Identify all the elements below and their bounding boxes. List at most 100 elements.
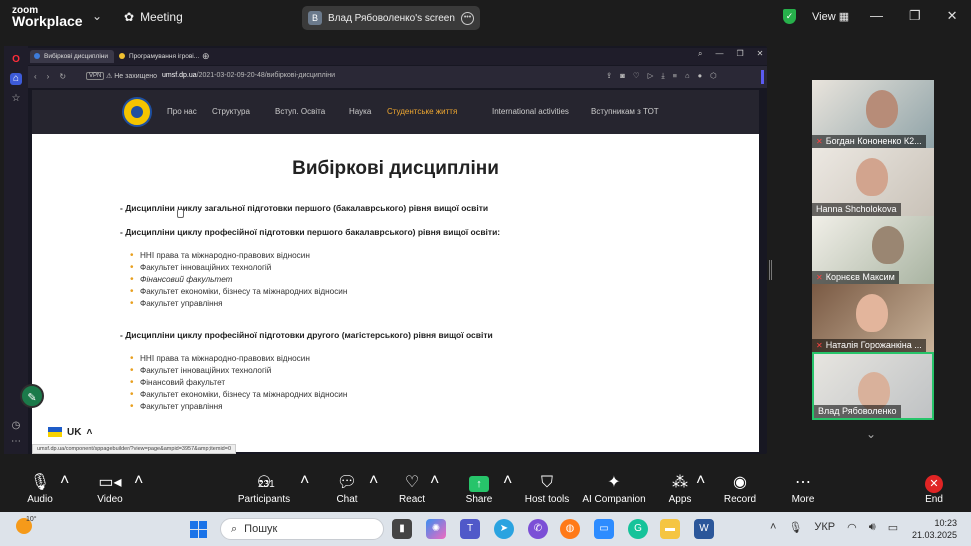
teams-icon[interactable]: T xyxy=(460,519,480,539)
share-icon[interactable]: ⇪ xyxy=(606,71,612,81)
participant-tile[interactable]: ✕ Наталія Горожанкіна ... xyxy=(812,284,934,352)
chevron-up-icon[interactable]: ˄ xyxy=(696,472,705,490)
taskbar-search[interactable]: ⌕ Пошук xyxy=(220,518,384,540)
telegram-icon[interactable]: ➤ xyxy=(494,519,514,539)
volume-icon[interactable]: 🔊︎ xyxy=(869,521,876,534)
reload-icon[interactable]: ↻ xyxy=(59,72,66,81)
file-explorer-icon[interactable]: ▬ xyxy=(660,519,680,539)
list-item[interactable]: Факультет управління xyxy=(130,401,347,413)
list-item[interactable]: Факультет управління xyxy=(130,298,347,310)
chevron-down-icon[interactable]: ⌄ xyxy=(866,427,876,441)
chat-button[interactable]: 💬︎ Chat xyxy=(332,472,362,505)
copilot-icon[interactable]: ✺ xyxy=(426,519,446,539)
apps-button[interactable]: ⁂ Apps xyxy=(666,472,694,505)
windows-start-icon[interactable] xyxy=(190,521,207,538)
menu-item-admission[interactable]: Вступ. Освіта xyxy=(275,107,325,116)
star-icon[interactable]: ☆ xyxy=(10,93,22,105)
menu-item-student-life[interactable]: Студентське життя xyxy=(387,107,457,116)
vpn-badge[interactable]: VPN xyxy=(86,72,105,80)
chevron-up-icon[interactable]: ˄ xyxy=(770,521,776,534)
list-item[interactable]: Фінансовий факультет xyxy=(130,274,347,286)
chevron-up-icon[interactable]: ˄ xyxy=(369,472,378,490)
play-icon[interactable]: ▷ xyxy=(648,71,654,81)
participant-tile[interactable]: ✕ Богдан Кононенко К2... xyxy=(812,80,934,148)
word-icon[interactable]: W xyxy=(694,519,714,539)
heart-icon[interactable]: ♡ xyxy=(633,71,640,81)
more-button[interactable]: ⋯ More xyxy=(788,472,818,505)
camera-icon[interactable]: ◙ xyxy=(620,71,625,81)
shared-screen-pill[interactable]: В Влад Рябоволенко's screen ••• xyxy=(302,6,480,30)
chevron-down-icon[interactable]: ⌄ xyxy=(92,9,102,23)
opera-logo-icon[interactable]: O xyxy=(10,54,22,66)
back-icon[interactable]: ‹ xyxy=(34,72,37,81)
video-button[interactable]: ▭◂ Video xyxy=(92,472,128,505)
ai-companion-button[interactable]: ✦ AI Companion xyxy=(580,472,648,505)
list-item[interactable]: ННІ права та міжнародно-правових відноси… xyxy=(130,353,347,365)
end-button[interactable]: ✕ End xyxy=(920,472,948,505)
url-field[interactable]: umsf.dp.ua/2021-03-02-09-20-48/вибіркові… xyxy=(162,72,335,79)
mic-tray-icon[interactable]: 🎙︎ xyxy=(788,521,802,534)
menu-item-science[interactable]: Наука xyxy=(349,107,371,116)
record-button[interactable]: ◉ Record xyxy=(722,472,758,505)
more-options-icon[interactable]: ••• xyxy=(461,11,474,25)
download-icon[interactable]: ⤓ xyxy=(661,71,664,81)
meeting-button[interactable]: ✿ Meeting xyxy=(124,10,183,24)
participant-tile[interactable]: Hanna Shcholokova xyxy=(812,148,934,216)
menu-item-international[interactable]: International activities xyxy=(492,107,569,116)
more-dots-icon[interactable]: ⋯ xyxy=(10,436,22,448)
home-icon[interactable]: ⌂ xyxy=(10,73,22,85)
menu-item-structure[interactable]: Структура xyxy=(212,107,250,116)
participant-tile-active-speaker[interactable]: Влад Рябоволенко xyxy=(812,352,934,420)
menu-item-applicants-tot[interactable]: Вступникам з ТОТ xyxy=(591,107,659,116)
lock-icon[interactable]: ⌂ xyxy=(685,71,690,81)
list-item[interactable]: Факультет економіки, бізнесу та міжнарод… xyxy=(130,286,347,298)
extensions-icon[interactable]: ⬡ xyxy=(710,71,717,81)
viber-icon[interactable]: ✆ xyxy=(528,519,548,539)
tab-vybirkovi[interactable]: Вибіркові дисципліни xyxy=(30,50,114,63)
list-item[interactable]: Факультет інноваційних технологій xyxy=(130,262,347,274)
language-switcher[interactable]: UK ˄ xyxy=(42,422,101,442)
participant-tile[interactable]: ✕ Корнєєв Максим xyxy=(812,216,934,284)
view-button[interactable]: View ▦ xyxy=(812,10,849,23)
list-item[interactable]: ННІ права та міжнародно-правових відноси… xyxy=(130,250,347,262)
profile-icon[interactable]: ● xyxy=(698,71,703,81)
host-tools-button[interactable]: ⛉ Host tools xyxy=(522,472,572,505)
restore-icon[interactable]: ❐ xyxy=(909,8,921,24)
search-tabs-icon[interactable]: ⌕ xyxy=(698,49,702,59)
forward-icon[interactable]: › xyxy=(47,72,50,81)
menu-icon[interactable]: ≡ xyxy=(673,71,677,81)
taskbar-clock[interactable]: 10:23 21.03.2025 xyxy=(912,517,957,541)
battery-icon[interactable]: ▭ xyxy=(888,521,898,534)
not-secure-label[interactable]: ⚠ Не захищено xyxy=(106,72,157,80)
encryption-shield-icon[interactable]: ✓ xyxy=(783,9,796,24)
list-item[interactable]: Фінансовий факультет xyxy=(130,377,347,389)
grammarly-icon[interactable]: G xyxy=(628,519,648,539)
participants-button[interactable]: ⚇ 231 Participants xyxy=(236,472,292,505)
new-tab-icon[interactable]: ⊕ xyxy=(202,51,210,62)
close-icon[interactable]: ✕ xyxy=(757,49,764,59)
task-view-icon[interactable]: ▮ xyxy=(392,519,412,539)
audio-button[interactable]: 🎙︎ Audio xyxy=(22,472,58,505)
split-drag-handle[interactable] xyxy=(769,260,772,280)
minimize-icon[interactable]: — xyxy=(870,8,883,24)
minimize-icon[interactable]: — xyxy=(715,49,723,59)
section-general[interactable]: - Дисципліни циклу загальної підготовки … xyxy=(120,203,488,213)
chevron-up-icon[interactable]: ˄ xyxy=(60,472,69,490)
chevron-up-icon[interactable]: ˄ xyxy=(134,472,143,490)
university-logo[interactable] xyxy=(122,97,152,127)
zoom-app-icon[interactable]: ▭ xyxy=(594,519,614,539)
menu-item-about[interactable]: Про нас xyxy=(167,107,197,116)
close-icon[interactable]: ✕ xyxy=(947,8,958,24)
tab-programming[interactable]: Програмування ігрові... xyxy=(115,50,200,63)
wifi-icon[interactable]: ◠ xyxy=(847,521,857,534)
list-item[interactable]: Факультет інноваційних технологій xyxy=(130,365,347,377)
keyboard-language[interactable]: УКР xyxy=(814,521,835,534)
list-item[interactable]: Факультет економіки, бізнесу та міжнарод… xyxy=(130,389,347,401)
chevron-up-icon[interactable]: ˄ xyxy=(503,472,512,490)
edit-pencil-icon[interactable]: ✎ xyxy=(20,384,44,408)
chevron-up-icon[interactable]: ˄ xyxy=(300,472,309,490)
react-button[interactable]: ♡ React xyxy=(396,472,428,505)
restore-icon[interactable]: ❐ xyxy=(736,49,743,59)
firefox-icon[interactable]: ◍ xyxy=(560,519,580,539)
history-icon[interactable]: ◷ xyxy=(10,420,22,432)
